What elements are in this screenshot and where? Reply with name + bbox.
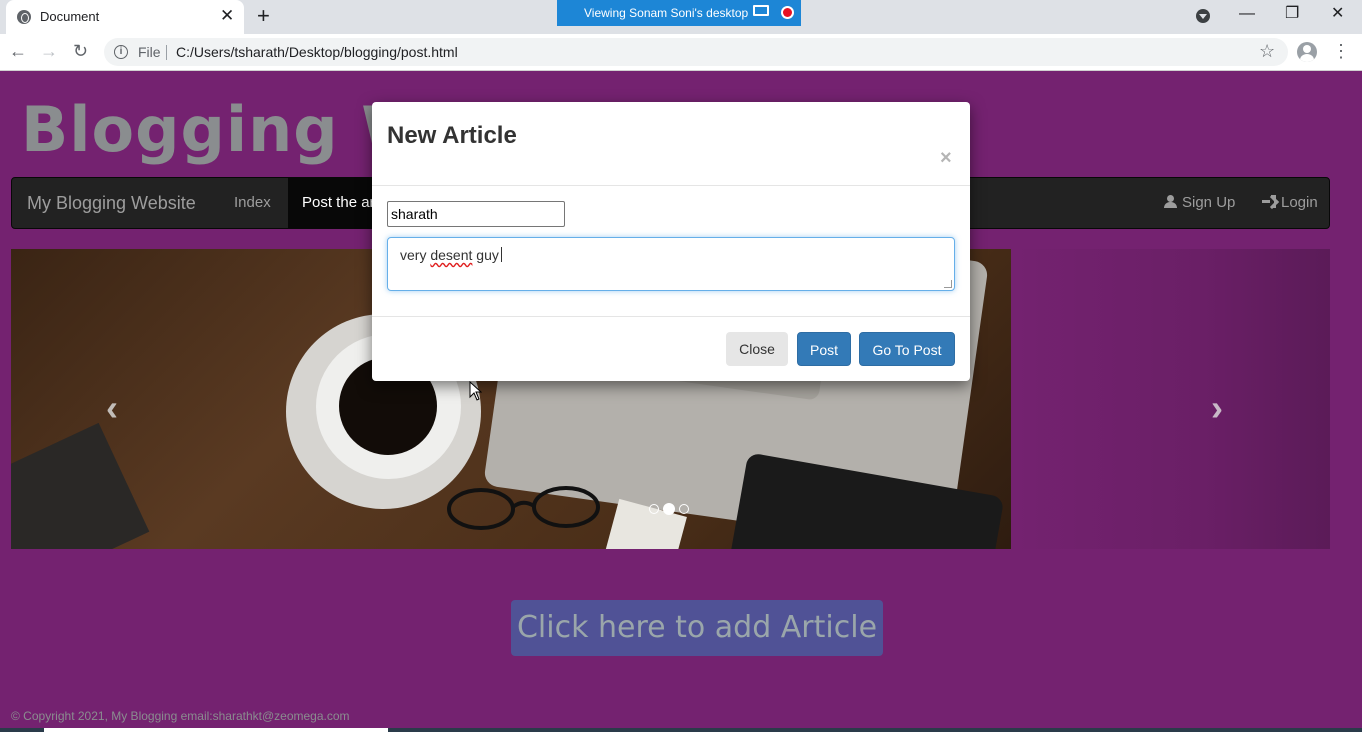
author-name-input[interactable] (387, 201, 565, 227)
article-textarea[interactable]: very desent guy (387, 237, 955, 291)
article-text: very (400, 247, 431, 263)
article-text-end: guy (472, 247, 499, 263)
modal-close-icon[interactable]: × (940, 148, 952, 168)
notebook-photo-element (11, 422, 150, 549)
user-icon (1164, 195, 1177, 208)
go-to-post-button[interactable]: Go To Post (859, 332, 955, 366)
divider (372, 316, 970, 317)
nav-item-index[interactable]: Index (234, 194, 271, 211)
nav-login-link[interactable]: Login (1262, 194, 1318, 211)
new-article-modal: New Article × very desent guy Close Post… (372, 102, 970, 381)
bookmark-star-icon[interactable]: ☆ (1259, 41, 1275, 62)
nav-signup-link[interactable]: Sign Up (1164, 194, 1235, 211)
navbar-brand[interactable]: My Blogging Website (27, 193, 196, 214)
mouse-cursor-icon (469, 381, 482, 401)
site-footer: © Copyright 2021, My Blogging email:shar… (11, 709, 350, 723)
resize-handle[interactable] (944, 280, 952, 288)
minimize-button[interactable]: — (1239, 4, 1255, 24)
text-caret (500, 247, 502, 262)
carousel-edge (1011, 249, 1330, 549)
add-article-button-label[interactable]: Click here to add Article (511, 600, 883, 656)
carousel-indicator[interactable] (679, 504, 689, 514)
window-close-button[interactable]: ✕ (1331, 4, 1344, 24)
browser-tab-bar: Document ✕ + Viewing Sonam Soni's deskto… (0, 0, 1362, 34)
viewing-banner-text: Viewing Sonam Soni's desktop (584, 6, 749, 20)
modal-title: New Article (387, 122, 517, 149)
url-text[interactable]: C:/Users/tsharath/Desktop/blogging/post.… (176, 44, 458, 60)
back-button[interactable]: ← (9, 41, 27, 61)
file-scheme-label: File (138, 44, 161, 60)
new-tab-button[interactable]: + (257, 5, 270, 27)
browser-menu-icon[interactable]: ⋮ (1332, 40, 1350, 62)
screen-share-banner: Viewing Sonam Soni's desktop (557, 0, 801, 26)
carousel-indicators (649, 501, 693, 515)
divider (166, 45, 167, 60)
profile-avatar-icon[interactable] (1297, 42, 1317, 62)
login-icon (1262, 195, 1276, 208)
globe-icon (17, 10, 31, 24)
browser-toolbar: ← → ↻ i File C:/Users/tsharath/Desktop/b… (0, 34, 1362, 71)
article-text-misspelled: desent (430, 247, 473, 263)
reload-button[interactable]: ↻ (73, 41, 88, 61)
divider (372, 185, 970, 186)
signup-label: Sign Up (1182, 194, 1236, 211)
login-label: Login (1281, 194, 1318, 211)
monitor-icon[interactable] (753, 5, 769, 16)
carousel-indicator[interactable] (649, 504, 659, 514)
address-bar[interactable]: i File C:/Users/tsharath/Desktop/bloggin… (104, 38, 1288, 66)
tab-search-icon[interactable] (1196, 9, 1210, 23)
post-button[interactable]: Post (797, 332, 851, 366)
taskbar-item (44, 728, 388, 732)
carousel-next-arrow[interactable]: › (1211, 387, 1223, 429)
browser-tab[interactable]: Document ✕ (6, 0, 244, 34)
modal-close-button[interactable]: Close (726, 332, 788, 366)
tab-title: Document (40, 9, 100, 24)
forward-button[interactable]: → (40, 41, 58, 61)
glasses-photo-element (447, 486, 600, 530)
restore-button[interactable]: ❐ (1285, 4, 1299, 24)
carousel-prev-arrow[interactable]: ‹ (106, 387, 118, 429)
info-icon[interactable]: i (114, 45, 128, 59)
carousel-indicator-active[interactable] (663, 503, 675, 515)
tab-close-icon[interactable]: ✕ (220, 7, 234, 24)
record-icon[interactable] (783, 8, 792, 17)
